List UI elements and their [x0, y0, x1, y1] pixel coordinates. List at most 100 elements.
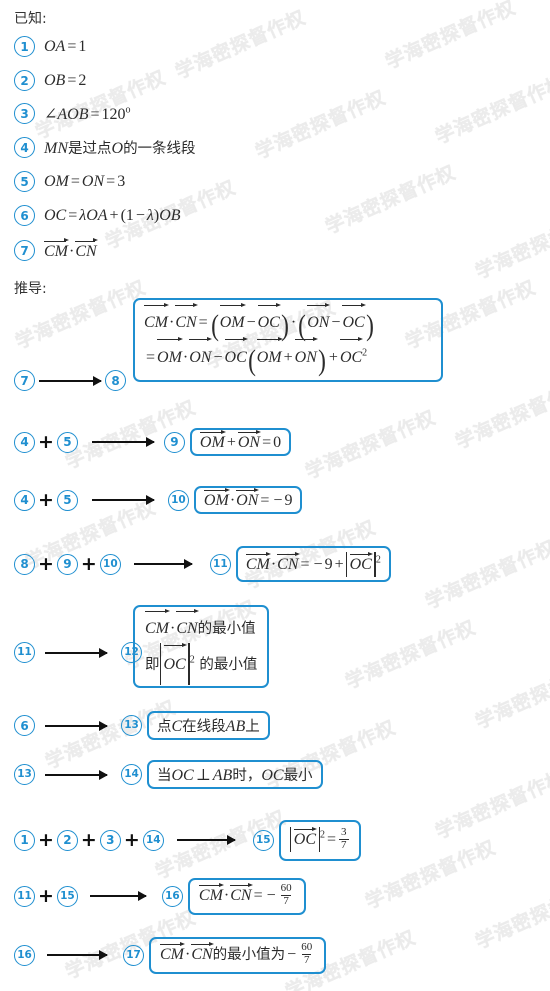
- badge-ref-6[interactable]: 6: [14, 715, 35, 736]
- badge-2[interactable]: 2: [14, 70, 35, 91]
- badge-13[interactable]: 13: [121, 715, 142, 736]
- given-section-label: 已知:: [14, 11, 47, 27]
- badge-8[interactable]: 8: [105, 370, 126, 391]
- arrow-icon: [176, 839, 235, 842]
- badge-ref-13[interactable]: 13: [14, 764, 35, 785]
- watermark-text: 学海密探督作权: [382, 0, 520, 74]
- badge-17[interactable]: 17: [123, 944, 144, 966]
- row-10-sources: 4 + 5 10: [14, 488, 189, 511]
- formula-13: 点C在线段AB上: [157, 718, 260, 735]
- badge-ref-5[interactable]: 5: [56, 489, 78, 511]
- watermark-text: 学海密探督作权: [362, 836, 500, 914]
- row-16-sources: 11 + 15 16: [14, 884, 183, 907]
- badge-ref-11[interactable]: 11: [14, 885, 35, 907]
- badge-7[interactable]: 7: [14, 240, 35, 261]
- plus-sign: +: [38, 552, 54, 575]
- given-formula-7: CM·CN: [44, 238, 99, 260]
- watermark-text: 学海密探督作权: [452, 376, 550, 454]
- formula-9: OM + ON = 0: [199, 429, 282, 451]
- formula-box-10: OM·ON = −9: [193, 486, 303, 514]
- row-8-sources: 7 8: [14, 370, 126, 391]
- badge-3[interactable]: 3: [14, 103, 35, 124]
- badge-ref-9[interactable]: 9: [56, 553, 78, 575]
- badge-ref-3[interactable]: 3: [99, 829, 121, 851]
- derivation-row-11: 8 + 9 + 10 11 CM·CN = −9 + OC 2: [14, 546, 391, 582]
- watermark-text: 学海密探督作权: [252, 86, 390, 164]
- row-13-sources: 6 13: [14, 715, 142, 736]
- badge-5[interactable]: 5: [14, 171, 35, 192]
- badge-ref-11[interactable]: 11: [14, 642, 35, 663]
- derivation-row-16: 11 + 15 16 CM·CN = −60 7: [14, 878, 306, 915]
- badge-10[interactable]: 10: [167, 489, 189, 511]
- row-17-sources: 16 17: [14, 944, 144, 966]
- formula-box-13: 点C在线段AB上: [147, 711, 270, 740]
- plus-sign: +: [123, 828, 140, 851]
- formula-box-17: CM·CN的最小值为 −60 7: [149, 937, 327, 974]
- formula-box-16: CM·CN = −60 7: [187, 878, 306, 915]
- badge-1[interactable]: 1: [14, 36, 35, 57]
- plus-sign: +: [38, 488, 54, 511]
- badge-ref-14[interactable]: 14: [142, 829, 164, 851]
- derivation-row-8: 7 8: [14, 370, 126, 391]
- watermark-text: 学海密探督作权: [302, 406, 440, 484]
- arrow-icon: [45, 773, 107, 776]
- badge-ref-15[interactable]: 15: [56, 885, 78, 907]
- arrow-icon: [47, 954, 107, 957]
- given-formula-4: MN是过点O的一条线段: [44, 140, 196, 157]
- formula-box-9: OM + ON = 0: [189, 428, 292, 456]
- watermark-text: 学海密探督作权: [472, 876, 550, 954]
- badge-ref-8[interactable]: 8: [14, 553, 35, 575]
- watermark-text: 学海密探督作权: [342, 616, 480, 694]
- formula-16: CM·CN = −60 7: [198, 882, 292, 907]
- formula-10: OM·ON = −9: [203, 487, 293, 509]
- watermark-text: 学海密探督作权: [422, 536, 550, 614]
- badge-9[interactable]: 9: [163, 431, 185, 453]
- badge-ref-16[interactable]: 16: [14, 944, 35, 966]
- badge-4[interactable]: 4: [14, 137, 35, 158]
- watermark-text: 学海密探督作权: [472, 206, 550, 284]
- formula-box-11: CM·CN = −9 + OC 2: [235, 546, 391, 582]
- badge-6[interactable]: 6: [14, 205, 35, 226]
- given-item-2: 2 OB = 2: [14, 70, 86, 91]
- badge-ref-10[interactable]: 10: [99, 553, 121, 575]
- given-item-1: 1 OA = 1: [14, 36, 86, 57]
- badge-11[interactable]: 11: [209, 553, 231, 575]
- derivation-section-label: 推导:: [14, 281, 47, 297]
- given-formula-6: OC = λOA + (1− λ)OB: [44, 206, 181, 224]
- given-item-7: 7 CM·CN: [14, 238, 99, 261]
- arrow-icon: [39, 379, 101, 382]
- formula-box-14: 当OC ⊥ AB时，OC最小: [147, 760, 323, 789]
- badge-ref-1[interactable]: 1: [14, 829, 35, 851]
- formula-box-12: CM·CN的最小值 即 OC 2 的最小值: [133, 605, 270, 689]
- plus-sign: +: [80, 828, 97, 851]
- plus-sign: +: [38, 828, 54, 851]
- watermark-text: 学海密探督作权: [322, 161, 460, 239]
- given-formula-1: OA = 1: [44, 37, 87, 55]
- derivation-row-17: 16 17 CM·CN的最小值为 −60 7: [14, 937, 327, 974]
- badge-14[interactable]: 14: [121, 764, 142, 785]
- watermark-text: 学海密探督作权: [172, 6, 310, 84]
- badge-15[interactable]: 15: [252, 829, 274, 851]
- given-formula-3: ∠AOB = 120o: [44, 104, 131, 123]
- formula-12-line-2: 即 OC 2 的最小值: [145, 642, 257, 686]
- row-15-sources: 1 + 2 + 3 + 14 15: [14, 828, 274, 851]
- arrow-icon: [91, 441, 154, 443]
- badge-ref-4[interactable]: 4: [14, 489, 35, 511]
- arrow-icon: [45, 724, 107, 727]
- plus-sign: +: [38, 884, 54, 907]
- derivation-row-12: 11 12: [14, 642, 142, 663]
- given-formula-2: OB = 2: [44, 71, 87, 89]
- badge-ref-5[interactable]: 5: [56, 431, 78, 453]
- badge-ref-4[interactable]: 4: [14, 431, 35, 453]
- formula-15: OC 2 = 3 7: [289, 826, 350, 853]
- derivation-row-13: 6 13 点C在线段AB上: [14, 711, 270, 740]
- watermark-text: 学海密探督作权: [432, 71, 550, 149]
- given-item-6: 6 OC = λOA + (1− λ)OB: [14, 205, 181, 226]
- arrow-icon: [89, 895, 146, 898]
- formula-8-line-2: = OM·ON − OC(OM + ON) + OC2: [144, 336, 432, 376]
- badge-16[interactable]: 16: [161, 885, 183, 907]
- badge-ref-7[interactable]: 7: [14, 370, 35, 391]
- row-11-sources: 8 + 9 + 10 11: [14, 552, 231, 575]
- badge-ref-2[interactable]: 2: [56, 829, 78, 851]
- plus-sign: +: [38, 430, 54, 453]
